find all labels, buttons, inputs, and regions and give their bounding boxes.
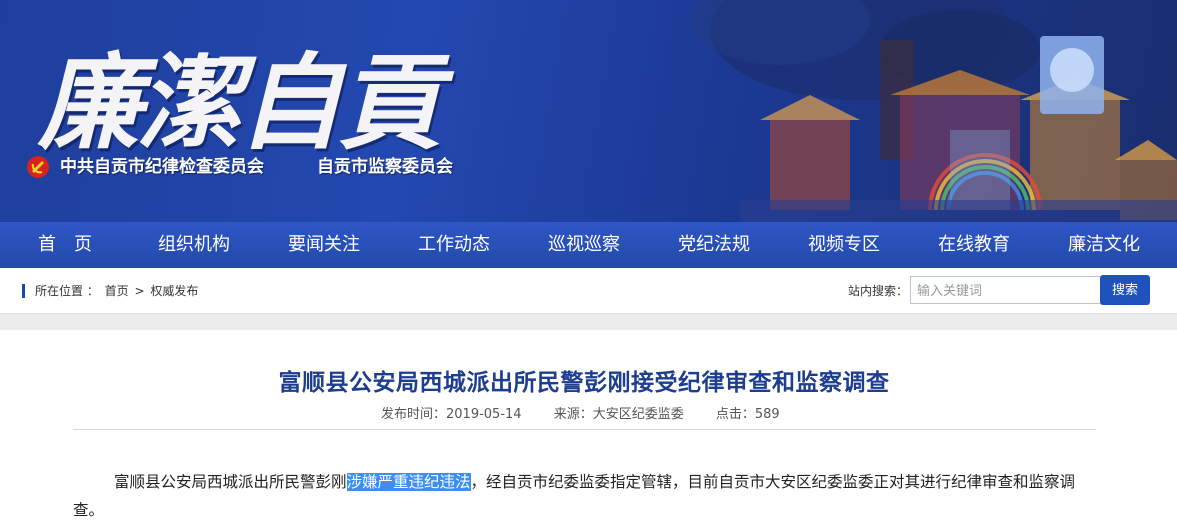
org-name-supervision: 自贡市监察委员会 (317, 157, 453, 177)
nav-item-organization[interactable]: 组织机构 (158, 222, 230, 268)
click-count: 点击：589 (715, 407, 780, 422)
party-emblem-icon (27, 156, 49, 178)
breadcrumb-marker (22, 284, 25, 298)
breadcrumb-home-link[interactable]: 首页 (105, 284, 129, 298)
main-nav: 首 页 组织机构 要闻关注 工作动态 巡视巡察 党纪法规 视频专区 在线教育 廉… (0, 222, 1177, 268)
nav-item-regulations[interactable]: 党纪法规 (678, 222, 750, 268)
nav-item-video[interactable]: 视频专区 (808, 222, 880, 268)
publish-time: 发布时间：2019-05-14 (381, 407, 522, 422)
title-divider (73, 429, 1096, 430)
nav-item-culture[interactable]: 廉洁文化 (1068, 222, 1140, 268)
breadcrumb-separator: > (134, 284, 145, 298)
nav-item-work-updates[interactable]: 工作动态 (418, 222, 490, 268)
breadcrumb-current-link[interactable]: 权威发布 (150, 284, 198, 298)
breadcrumb: 所在位置 ： 首页 > 权威发布 (33, 282, 198, 300)
search-button[interactable]: 搜索 (1100, 275, 1150, 305)
nav-item-home[interactable]: 首 页 (38, 222, 92, 268)
article-title: 富顺县公安局西城派出所民警彭刚接受纪律审查和监察调查 (278, 370, 890, 396)
nav-item-inspection[interactable]: 巡视巡察 (548, 222, 620, 268)
search-input[interactable] (910, 276, 1102, 304)
article-source: 来源：大安区纪委监委 (553, 407, 684, 422)
nav-item-news[interactable]: 要闻关注 (288, 222, 360, 268)
body-text-selection: 涉嫌严重违纪违法 (346, 473, 471, 491)
org-name-discipline: 中共自贡市纪律检查委员会 (60, 157, 264, 177)
breadcrumb-prefix: 所在位置 ： (35, 284, 99, 298)
article-body: 富顺县公安局西城派出所民警彭刚涉嫌严重违纪违法，经自贡市纪委监委指定管辖，目前自… (73, 468, 1103, 524)
nav-item-education[interactable]: 在线教育 (938, 222, 1010, 268)
body-text-start: 富顺县公安局西城派出所民警彭刚 (114, 473, 347, 491)
search-label: 站内搜索： (848, 284, 909, 298)
site-logo-title: 廉潔自貢 (38, 41, 442, 164)
header-banner: 廉潔自貢 中共自贡市纪律检查委员会 自贡市监察委员会 (0, 0, 1177, 222)
article-meta: 发布时间：2019-05-14 来源：大安区纪委监委 点击：589 (381, 406, 808, 424)
